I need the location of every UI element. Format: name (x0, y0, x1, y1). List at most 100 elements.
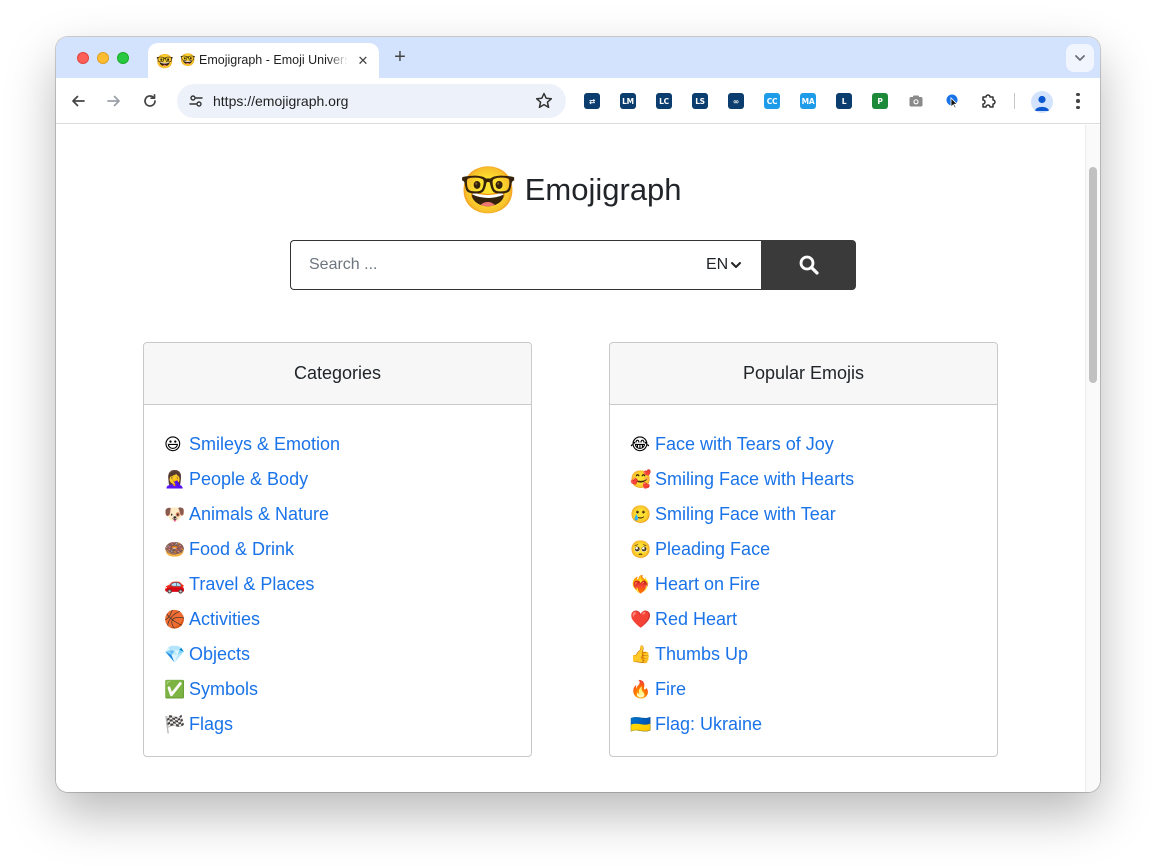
site-settings-icon[interactable] (185, 90, 207, 112)
cc-extension-icon[interactable]: CC (764, 93, 780, 109)
tab-close-icon[interactable]: ✕ (355, 53, 371, 69)
emoji-link[interactable]: Food & Drink (189, 539, 294, 560)
list-item[interactable]: 😃 Smileys & Emotion (164, 427, 531, 462)
language-select[interactable]: EN (706, 256, 742, 274)
list-item[interactable]: 🍩 Food & Drink (164, 532, 531, 567)
bookmark-star-icon[interactable] (534, 91, 554, 111)
chevron-down-icon (1075, 55, 1085, 61)
emoji-link[interactable]: Travel & Places (189, 574, 314, 595)
chevron-down-icon (731, 262, 742, 268)
arrow-right-icon (107, 95, 120, 107)
browser-menu-button[interactable] (1070, 91, 1086, 111)
close-window-button[interactable] (77, 52, 89, 64)
pointer-icon (946, 94, 959, 109)
list-item[interactable]: 🥺 Pleading Face (630, 532, 997, 567)
new-tab-button[interactable]: + (390, 46, 410, 68)
zoom-window-button[interactable] (117, 52, 129, 64)
forward-button[interactable] (103, 90, 125, 112)
tab-favicon-icon: 🤓 (156, 52, 174, 69)
list-item[interactable]: 🏁 Flags (164, 707, 531, 742)
emoji-icon: 🇺🇦 (630, 715, 652, 734)
p-extension-icon[interactable]: P (872, 93, 888, 109)
scrollbar-thumb[interactable] (1089, 167, 1097, 383)
list-item[interactable]: 👍 Thumbs Up (630, 637, 997, 672)
search-button[interactable] (761, 240, 856, 290)
lc-extension-icon[interactable]: LC (656, 93, 672, 109)
list-item[interactable]: ❤️‍🔥 Heart on Fire (630, 567, 997, 602)
link-extension-icon[interactable]: ∞ (728, 93, 744, 109)
profile-avatar[interactable] (1031, 91, 1053, 113)
emoji-icon: ❤️‍🔥 (630, 575, 652, 594)
list-item[interactable]: ❤️ Red Heart (630, 602, 997, 637)
cursor-extension-icon[interactable] (942, 91, 962, 111)
emoji-icon: ❤️ (630, 610, 652, 629)
emoji-link[interactable]: Face with Tears of Joy (655, 434, 834, 455)
emoji-link[interactable]: Smiling Face with Hearts (655, 469, 854, 490)
lm-extension-icon[interactable]: LM (620, 93, 636, 109)
back-button[interactable] (67, 90, 89, 112)
emoji-link[interactable]: Heart on Fire (655, 574, 760, 595)
nerd-face-icon: 🤓 (459, 164, 517, 216)
emoji-icon: 🏀 (164, 610, 186, 629)
list-item[interactable]: 😂 Face with Tears of Joy (630, 427, 997, 462)
url-text[interactable]: https://emojigraph.org (213, 93, 348, 109)
list-item[interactable]: 🚗 Travel & Places (164, 567, 531, 602)
emoji-link[interactable]: Pleading Face (655, 539, 770, 560)
emoji-link[interactable]: Symbols (189, 679, 258, 700)
list-item[interactable]: 🏀 Activities (164, 602, 531, 637)
reload-button[interactable] (139, 90, 161, 112)
l-extension-icon[interactable]: L (836, 93, 852, 109)
emoji-icon: 🤦‍♀️ (164, 470, 186, 489)
emoji-icon: 🥰 (630, 470, 652, 489)
person-icon (1035, 95, 1049, 111)
page-scrollbar[interactable] (1085, 125, 1100, 792)
ls-extension-icon[interactable]: LS (692, 93, 708, 109)
list-item[interactable]: 💎 Objects (164, 637, 531, 672)
categories-list: 😃 Smileys & Emotion 🤦‍♀️ People & Body 🐶 Anim… (144, 405, 531, 742)
tab-search-button[interactable] (1066, 44, 1094, 72)
site-title: Emojigraph (524, 172, 682, 207)
camera-extension-icon[interactable] (906, 91, 926, 111)
popular-emojis-list: 😂 Face with Tears of Joy 🥰 Smiling Face wit… (610, 405, 997, 742)
emoji-icon: 🐶 (164, 505, 186, 524)
emoji-link[interactable]: Smileys & Emotion (189, 434, 340, 455)
active-tab[interactable]: 🤓 🤓 Emojigraph - Emoji Universe ✕ (148, 43, 379, 78)
emoji-icon: 😂 (630, 435, 650, 454)
emoji-link[interactable]: Activities (189, 609, 260, 630)
emoji-link[interactable]: Smiling Face with Tear (655, 504, 836, 525)
emoji-link[interactable]: Flags (189, 714, 233, 735)
search-icon (799, 255, 819, 275)
emoji-link[interactable]: Animals & Nature (189, 504, 329, 525)
list-item[interactable]: ✅ Symbols (164, 672, 531, 707)
list-item[interactable]: 🥲 Smiling Face with Tear (630, 497, 997, 532)
emoji-icon: 🔥 (630, 680, 652, 699)
emoji-link[interactable]: People & Body (189, 469, 308, 490)
address-bar[interactable]: https://emojigraph.org (177, 84, 566, 118)
popular-emojis-title: Popular Emojis (610, 343, 997, 405)
categories-title: Categories (144, 343, 531, 405)
language-value: EN (706, 256, 729, 273)
minimize-window-button[interactable] (97, 52, 109, 64)
site-logo[interactable]: 🤓 Emojigraph (56, 167, 1085, 213)
emoji-link[interactable]: Thumbs Up (655, 644, 748, 665)
list-item[interactable]: 🥰 Smiling Face with Hearts (630, 462, 997, 497)
tune-icon (189, 95, 203, 107)
emoji-link[interactable]: Fire (655, 679, 686, 700)
emoji-icon: ✅ (164, 680, 186, 699)
emoji-icon: 🏁 (164, 715, 186, 734)
list-item[interactable]: 🇺🇦 Flag: Ukraine (630, 707, 997, 742)
emoji-icon: 👍 (630, 645, 652, 664)
ma-extension-icon[interactable]: MA (800, 93, 816, 109)
list-item[interactable]: 🤦‍♀️ People & Body (164, 462, 531, 497)
emoji-icon: 💎 (164, 645, 186, 664)
search-input[interactable] (290, 240, 762, 290)
browser-toolbar: https://emojigraph.org ⇄ LM LC LS ∞ CC MA L P (56, 78, 1100, 124)
swap-extension-icon[interactable]: ⇄ (584, 93, 600, 109)
extensions-menu-button[interactable] (978, 91, 998, 111)
emoji-link[interactable]: Flag: Ukraine (655, 714, 762, 735)
list-item[interactable]: 🐶 Animals & Nature (164, 497, 531, 532)
list-item[interactable]: 🔥 Fire (630, 672, 997, 707)
emoji-link[interactable]: Objects (189, 644, 250, 665)
camera-icon (909, 95, 923, 107)
emoji-link[interactable]: Red Heart (655, 609, 737, 630)
